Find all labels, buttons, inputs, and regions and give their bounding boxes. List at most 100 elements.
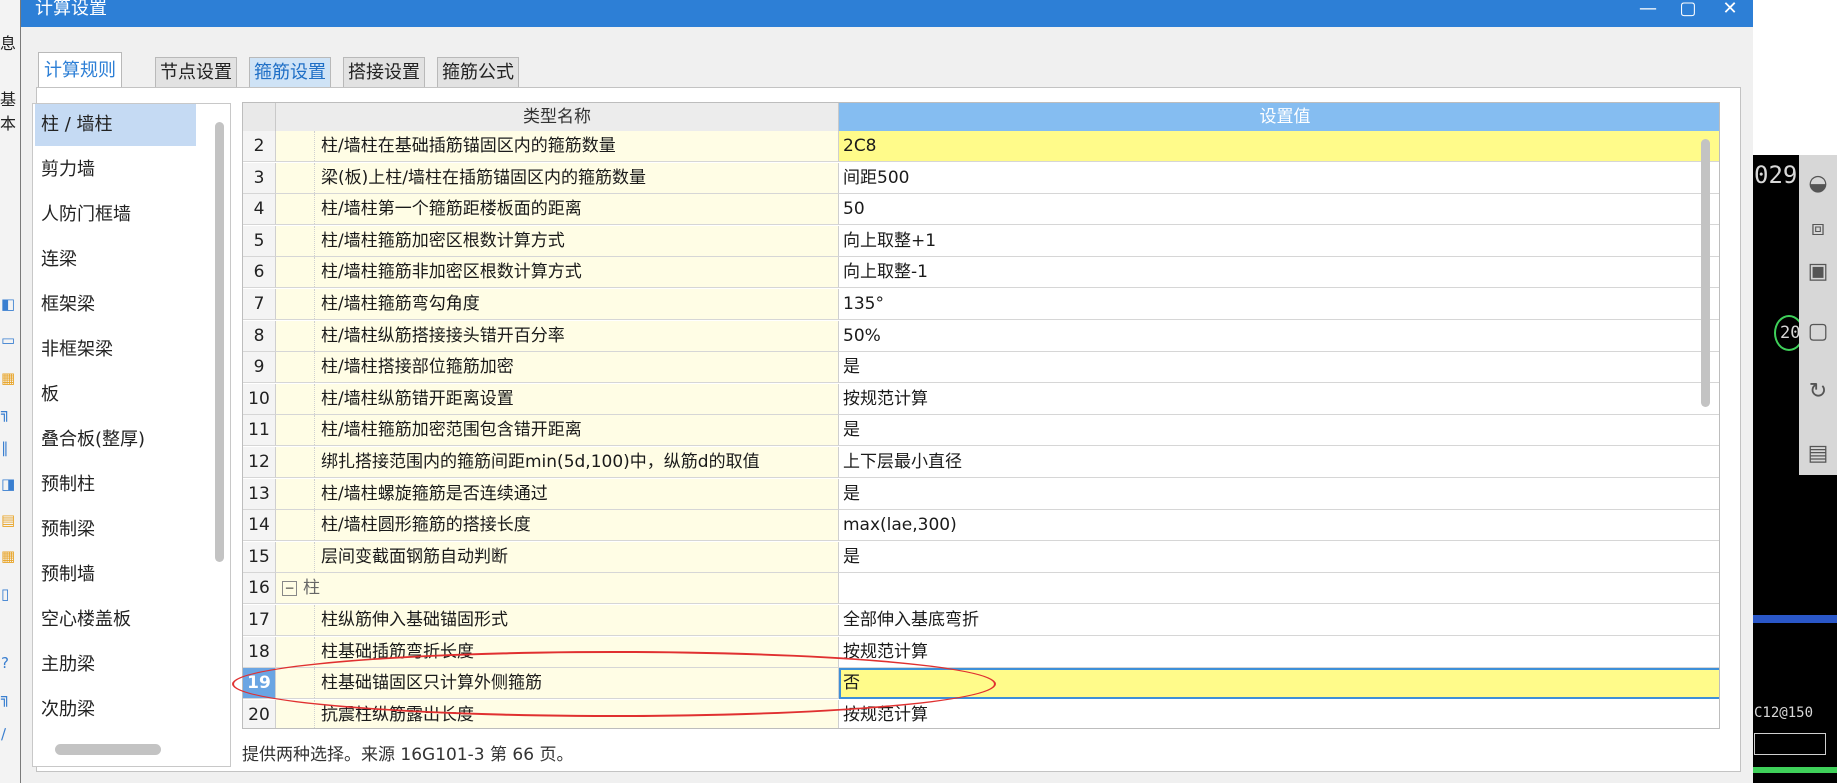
dialog-titlebar[interactable]: 计算设置 — ▢ ✕: [21, 0, 1753, 27]
table-row[interactable]: 14 柱/墙柱圆形箍筋的搭接长度 max(lae,300): [243, 510, 1719, 542]
tab-calc-rules[interactable]: 计算规则: [38, 52, 122, 89]
table-row[interactable]: 13 柱/墙柱螺旋箍筋是否连续通过 是: [243, 478, 1719, 510]
row-number[interactable]: 14: [243, 510, 276, 542]
setting-value-cell[interactable]: 135°: [839, 289, 1719, 320]
row-number[interactable]: 12: [243, 447, 276, 478]
category-item[interactable]: 叠合板(整厚): [35, 419, 196, 461]
table-row[interactable]: 4 柱/墙柱第一个箍筋距楼板面的距离 50: [243, 194, 1719, 226]
cube-3d-icon[interactable]: ⧈: [1804, 215, 1832, 243]
setting-value-cell[interactable]: 按规范计算: [839, 383, 1719, 415]
table-row[interactable]: 17 柱纵筋伸入基础锚固形式 全部伸入基底弯折: [243, 605, 1719, 636]
row-number[interactable]: 2: [243, 131, 276, 162]
category-item[interactable]: 空心楼盖板: [35, 599, 196, 641]
setting-value-cell[interactable]: 50: [839, 194, 1719, 226]
collapse-minus-icon[interactable]: −: [282, 580, 297, 596]
setting-value-cell[interactable]: [839, 573, 1719, 605]
category-item[interactable]: 预制梁: [35, 509, 196, 551]
setting-value-cell[interactable]: 2C8: [839, 131, 1719, 162]
category-vertical-scrollbar[interactable]: [215, 122, 224, 562]
row-number[interactable]: 3: [243, 162, 276, 194]
setting-value-cell[interactable]: 向上取整+1: [839, 225, 1719, 257]
row-number[interactable]: 20: [243, 699, 276, 728]
tab-stirrup-formula[interactable]: 箍筋公式: [437, 57, 519, 88]
category-list[interactable]: 柱 / 墙柱 剪力墙 人防门框墙 连梁 框架梁 非框架梁 板 叠合板(整厚) 预…: [32, 103, 231, 767]
strip-tool-icon[interactable]: ∕: [1, 726, 17, 742]
setting-value-cell[interactable]: 是: [839, 541, 1719, 573]
tab-stirrup-settings[interactable]: 箍筋设置: [249, 57, 331, 88]
table-row[interactable]: 10 柱/墙柱纵筋错开距离设置 按规范计算: [243, 383, 1719, 415]
tree-indent: [276, 320, 315, 351]
table-row[interactable]: 6 柱/墙柱箍筋非加密区根数计算方式 向上取整-1: [243, 257, 1719, 289]
grid-view-icon[interactable]: ▤: [1804, 440, 1832, 468]
strip-tool-icon[interactable]: ◧: [1, 296, 17, 312]
row-number[interactable]: 18: [243, 636, 276, 668]
cad-viewport[interactable]: 029 20 C12@150 ◒ ⧈ ▣ ▢ ↻ ▤: [1752, 0, 1837, 783]
table-row[interactable]: 7 柱/墙柱箍筋弯勾角度 135°: [243, 289, 1719, 320]
table-row[interactable]: 5 柱/墙柱箍筋加密区根数计算方式 向上取整+1: [243, 225, 1719, 257]
row-number[interactable]: 4: [243, 194, 276, 226]
box-view-icon[interactable]: ▢: [1804, 318, 1832, 346]
category-item[interactable]: 板: [35, 374, 196, 416]
setting-value-cell[interactable]: 上下层最小直径: [839, 447, 1719, 478]
row-number[interactable]: 7: [243, 289, 276, 320]
category-item[interactable]: 预制柱: [35, 464, 196, 506]
row-number[interactable]: 6: [243, 257, 276, 289]
category-item[interactable]: 次肋梁: [35, 689, 196, 731]
orbit-icon[interactable]: ◒: [1804, 170, 1832, 198]
strip-tool-icon[interactable]: ?: [1, 655, 17, 671]
cube-icon[interactable]: ▣: [1804, 258, 1832, 286]
row-number[interactable]: 8: [243, 320, 276, 352]
row-number[interactable]: 15: [243, 541, 276, 573]
setting-value-cell[interactable]: 是: [839, 352, 1719, 384]
category-horizontal-scrollbar[interactable]: [55, 744, 161, 755]
setting-value-cell[interactable]: 是: [839, 478, 1719, 510]
close-button[interactable]: ✕: [1715, 0, 1745, 22]
strip-tool-icon[interactable]: ▭: [1, 332, 17, 348]
rotate-icon[interactable]: ↻: [1804, 378, 1832, 406]
maximize-button[interactable]: ▢: [1673, 0, 1703, 22]
strip-tool-icon[interactable]: ▦: [1, 548, 17, 564]
table-row[interactable]: 2 柱/墙柱在基础插筋锚固区内的箍筋数量 2C8: [243, 131, 1719, 162]
category-item[interactable]: 人防门框墙: [35, 194, 196, 236]
category-item[interactable]: 框架梁: [35, 284, 196, 326]
strip-tool-icon[interactable]: ▦: [1, 370, 17, 386]
tab-lap-settings[interactable]: 搭接设置: [343, 57, 425, 88]
strip-tool-icon[interactable]: ╗: [1, 690, 17, 706]
table-row[interactable]: 9 柱/墙柱搭接部位箍筋加密 是: [243, 352, 1719, 384]
strip-tool-icon[interactable]: ▯: [1, 586, 17, 602]
setting-value-cell[interactable]: 按规范计算: [839, 636, 1719, 668]
table-row[interactable]: 16− 柱: [243, 573, 1719, 605]
tab-node-settings[interactable]: 节点设置: [155, 57, 237, 88]
table-row[interactable]: 3 梁(板)上柱/墙柱在插筋锚固区内的箍筋数量 间距500: [243, 162, 1719, 194]
setting-value-cell[interactable]: 向上取整-1: [839, 257, 1719, 289]
minimize-button[interactable]: —: [1633, 0, 1663, 22]
table-row[interactable]: 12 绑扎搭接范围内的箍筋间距min(5d,100)中，纵筋d的取值 上下层最小直径: [243, 447, 1719, 478]
strip-tool-icon[interactable]: ∥: [1, 440, 17, 456]
setting-value-cell[interactable]: 按规范计算: [839, 699, 1719, 728]
table-row[interactable]: 8 柱/墙柱纵筋搭接接头错开百分率 50%: [243, 320, 1719, 352]
row-number[interactable]: 13: [243, 478, 276, 510]
setting-value-cell[interactable]: max(lae,300): [839, 510, 1719, 542]
strip-tool-icon[interactable]: ╗: [1, 405, 17, 421]
category-item[interactable]: 连梁: [35, 239, 196, 281]
setting-value-cell[interactable]: 全部伸入基底弯折: [839, 605, 1719, 636]
grid-vertical-scrollbar[interactable]: [1701, 139, 1710, 407]
table-row[interactable]: 11 柱/墙柱箍筋加密范围包含错开距离 是: [243, 415, 1719, 447]
row-number[interactable]: 16: [243, 573, 276, 605]
category-item[interactable]: 主肋梁: [35, 644, 196, 686]
strip-tool-icon[interactable]: ◨: [1, 476, 17, 492]
category-item[interactable]: 预制墙: [35, 554, 196, 596]
category-item[interactable]: 剪力墙: [35, 149, 196, 191]
row-number[interactable]: 10: [243, 383, 276, 415]
category-item[interactable]: 非框架梁: [35, 329, 196, 371]
strip-tool-icon[interactable]: ▤: [1, 512, 17, 528]
row-number[interactable]: 5: [243, 225, 276, 257]
row-number[interactable]: 11: [243, 415, 276, 447]
setting-value-cell[interactable]: 是: [839, 415, 1719, 447]
setting-value-cell[interactable]: 间距500: [839, 162, 1719, 194]
table-row[interactable]: 15 层间变截面钢筋自动判断 是: [243, 541, 1719, 573]
row-number[interactable]: 9: [243, 352, 276, 384]
row-number[interactable]: 17: [243, 605, 276, 636]
setting-value-cell[interactable]: 50%: [839, 320, 1719, 352]
category-item-column[interactable]: 柱 / 墙柱: [35, 104, 196, 146]
